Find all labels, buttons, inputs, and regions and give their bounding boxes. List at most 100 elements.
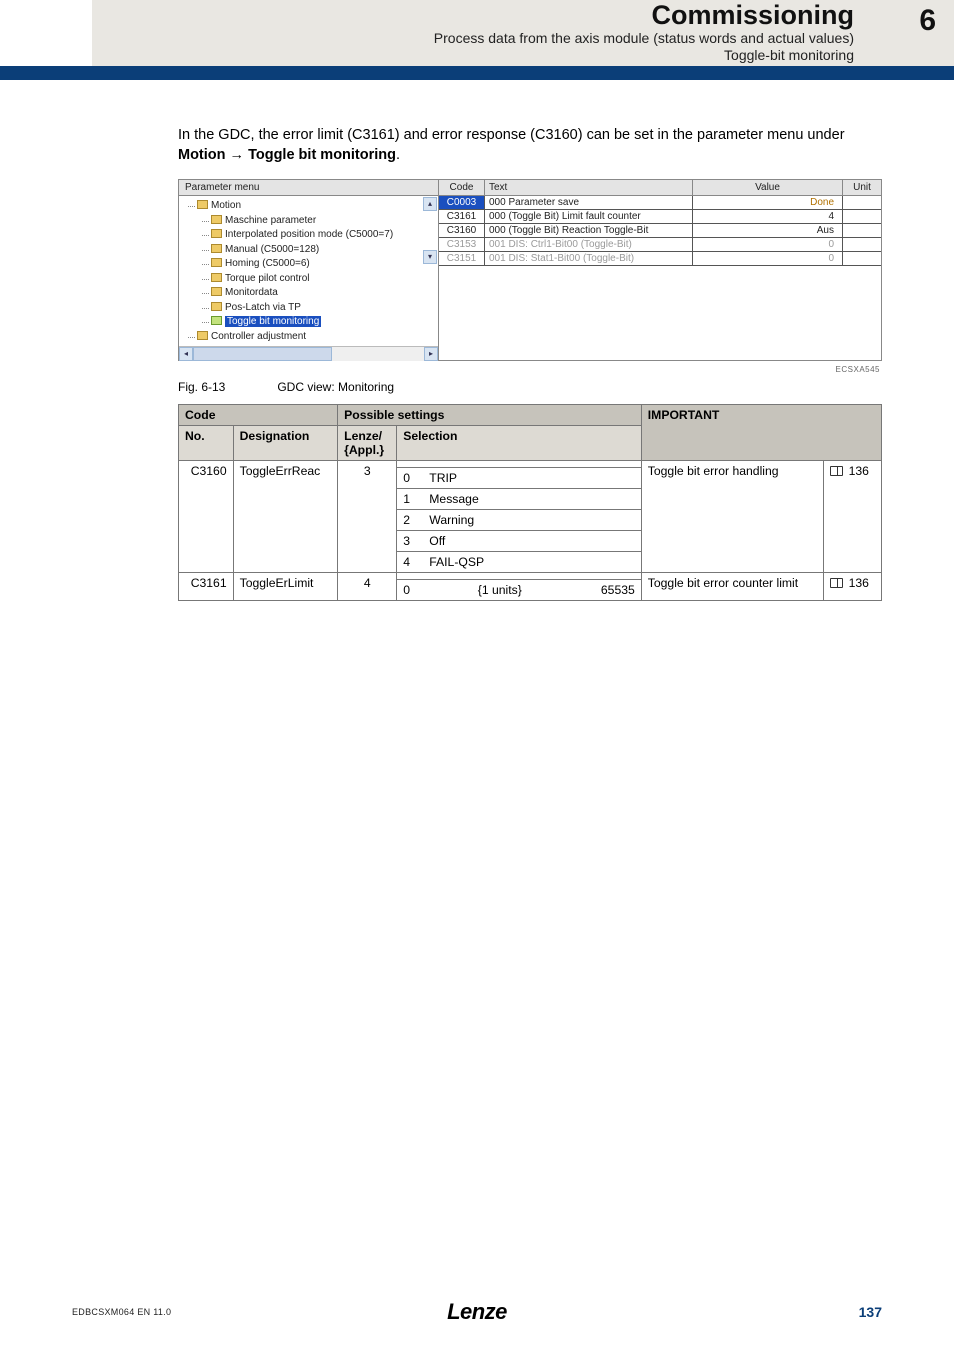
- hscroll-right-button[interactable]: ▸: [424, 347, 438, 361]
- cell-no: C3160: [179, 461, 234, 573]
- cell-selection: 0 {1 units} 65535: [397, 580, 642, 601]
- figure-caption-text: GDC view: Monitoring: [277, 380, 394, 394]
- tree-item[interactable]: Homing (C5000=6): [211, 257, 434, 272]
- header-titles: Commissioning Process data from the axis…: [434, 1, 894, 64]
- gdc-tree[interactable]: ▴ ▾ Motion Maschine parameter Interpolat…: [179, 196, 438, 346]
- cell-text: 001 DIS: Ctrl1-Bit00 (Toggle-Bit): [485, 238, 693, 251]
- gdc-grid-row[interactable]: C3153 001 DIS: Ctrl1-Bit00 (Toggle-Bit) …: [439, 238, 881, 252]
- tree-item[interactable]: Torque pilot control: [211, 272, 434, 287]
- tree-item[interactable]: Monitordata: [211, 286, 434, 301]
- cell-selection: 0TRIP: [397, 468, 642, 489]
- cell-important: Toggle bit error handling: [641, 461, 823, 573]
- cell-text: 000 Parameter save: [485, 196, 693, 209]
- gdc-grid-row[interactable]: C3151 001 DIS: Stat1-Bit00 (Toggle-Bit) …: [439, 252, 881, 266]
- cell-text: 000 (Toggle Bit) Reaction Toggle-Bit: [485, 224, 693, 237]
- page-header: Commissioning Process data from the axis…: [0, 0, 954, 66]
- gdc-grid-row[interactable]: C3160 000 (Toggle Bit) Reaction Toggle-B…: [439, 224, 881, 238]
- tree-item-selected[interactable]: Toggle bit monitoring: [211, 315, 434, 330]
- gdc-grid-row[interactable]: C3161 000 (Toggle Bit) Limit fault count…: [439, 210, 881, 224]
- tree-item-label: Monitordata: [225, 287, 278, 298]
- folder-icon: [197, 200, 208, 209]
- col-head-text: Text: [485, 180, 693, 195]
- selection-label: FAIL-QSP: [429, 555, 635, 569]
- tree-item-label: Torque pilot control: [225, 273, 310, 284]
- cell-page-ref: 136: [824, 461, 882, 573]
- folder-icon: [211, 273, 222, 282]
- gdc-window: Parameter menu ▴ ▾ Motion Maschine param…: [178, 179, 882, 361]
- arrow-icon: →: [226, 147, 249, 163]
- hscroll-thumb[interactable]: [193, 347, 332, 361]
- folder-icon: [197, 331, 208, 340]
- th-possible: Possible settings: [338, 405, 642, 426]
- book-icon: [830, 578, 843, 588]
- tree-item-label: Toggle bit monitoring: [225, 316, 321, 327]
- cell-no: C3161: [179, 573, 234, 601]
- cell-page-ref: 136: [824, 573, 882, 601]
- cell-text: 001 DIS: Stat1-Bit00 (Toggle-Bit): [485, 252, 693, 265]
- cell-designation: ToggleErrReac: [233, 461, 338, 573]
- header-subtitle-1: Process data from the axis module (statu…: [434, 30, 854, 48]
- cell-value: 0: [693, 252, 843, 265]
- selection-num: 0: [403, 471, 429, 485]
- figure-caption: Fig. 6-13 GDC view: Monitoring: [178, 374, 882, 404]
- gdc-grid-row[interactable]: C0003 000 Parameter save Done: [439, 196, 881, 210]
- hscroll-left-button[interactable]: ◂: [179, 347, 193, 361]
- th-code: Code: [179, 405, 338, 426]
- cell-value: Done: [693, 196, 843, 209]
- cell-unit: [843, 210, 881, 223]
- tree-item[interactable]: Pos-Latch via TP: [211, 301, 434, 316]
- footer-page-number: 137: [859, 1304, 882, 1320]
- selection-num: 2: [403, 513, 429, 527]
- cell-text: 000 (Toggle Bit) Limit fault counter: [485, 210, 693, 223]
- parameter-table: Code Possible settings IMPORTANT No. Des…: [178, 404, 882, 601]
- intro-period: .: [396, 147, 400, 163]
- tree-item[interactable]: Manual (C5000=128): [211, 243, 434, 258]
- hscroll-track[interactable]: [193, 347, 424, 361]
- cell-code: C3153: [439, 238, 485, 251]
- page-footer: EDBCSXM064 EN 11.0 Lenze 137: [0, 1304, 954, 1320]
- footer-doc-id: EDBCSXM064 EN 11.0: [72, 1307, 171, 1317]
- folder-open-icon: [211, 316, 222, 325]
- tree-root[interactable]: Motion Maschine parameter Interpolated p…: [197, 199, 434, 330]
- cell-unit: [843, 196, 881, 209]
- header-gutter: [0, 0, 92, 66]
- col-head-unit: Unit: [843, 180, 881, 195]
- cell-code: C3160: [439, 224, 485, 237]
- intro-bold-1: Motion: [178, 147, 226, 163]
- selection-num: 4: [403, 555, 429, 569]
- gdc-grid-header: Code Text Value Unit: [439, 180, 881, 196]
- th-selection: Selection: [397, 426, 642, 461]
- tree-item-label: Interpolated position mode (C5000=7): [225, 229, 393, 240]
- col-head-code: Code: [439, 180, 485, 195]
- tree-root-label: Motion: [211, 200, 241, 211]
- chapter-number: 6: [919, 4, 936, 38]
- figure-number: Fig. 6-13: [178, 380, 274, 394]
- cell-unit: [843, 224, 881, 237]
- selection-max: 65535: [545, 583, 635, 597]
- cell-unit: [843, 252, 881, 265]
- th-no: No.: [179, 426, 234, 461]
- tree-item[interactable]: Interpolated position mode (C5000=7): [211, 228, 434, 243]
- page-content: In the GDC, the error limit (C3161) and …: [0, 80, 954, 601]
- header-subtitle-2: Toggle-bit monitoring: [434, 47, 854, 65]
- intro-paragraph: In the GDC, the error limit (C3161) and …: [178, 126, 882, 165]
- selection-label: Warning: [429, 513, 635, 527]
- selection-label: Message: [429, 492, 635, 506]
- tree-item[interactable]: Maschine parameter: [211, 214, 434, 229]
- selection-label: Off: [429, 534, 635, 548]
- ecsx-code: ECSXA545: [178, 363, 882, 374]
- cell-important: Toggle bit error counter limit: [641, 573, 823, 601]
- header-title: Commissioning: [434, 1, 854, 29]
- cell-code: C0003: [439, 196, 485, 209]
- cell-code: C3161: [439, 210, 485, 223]
- page-ref-number: 136: [849, 576, 869, 590]
- th-lenze: Lenze/ {Appl.}: [338, 426, 397, 461]
- selection-num: 0: [403, 583, 429, 597]
- tree-item[interactable]: Controller adjustment: [197, 330, 434, 345]
- selection-label: TRIP: [429, 471, 635, 485]
- header-bar: Commissioning Process data from the axis…: [92, 0, 954, 66]
- tree-item-label: Pos-Latch via TP: [225, 302, 301, 313]
- cell-value: Aus: [693, 224, 843, 237]
- tree-hscroll[interactable]: ◂ ▸: [179, 346, 438, 360]
- cell-selection: 4FAIL-QSP: [397, 552, 642, 573]
